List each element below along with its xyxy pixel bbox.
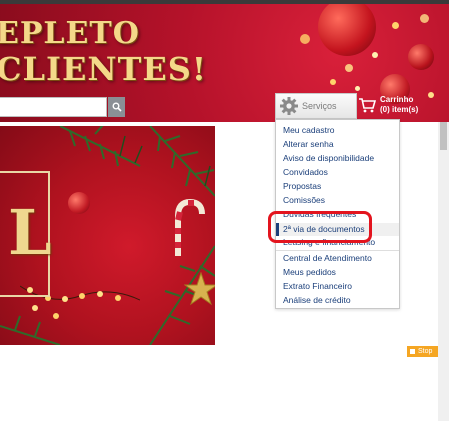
- stop-label: Stop: [418, 348, 433, 355]
- services-button[interactable]: Serviços: [275, 93, 357, 119]
- scrollbar[interactable]: [438, 122, 449, 421]
- bokeh-light: [300, 34, 310, 44]
- promo-banner-image[interactable]: L: [0, 126, 215, 345]
- menu-item-comissoes[interactable]: Comissões: [283, 195, 325, 205]
- bokeh-light: [372, 52, 378, 58]
- ornament-ball: [318, 4, 376, 56]
- menu-item-extrato-financeiro[interactable]: Extrato Financeiro: [283, 281, 352, 291]
- bokeh-light: [345, 64, 353, 72]
- menu-item-convidados[interactable]: Convidados: [283, 167, 328, 177]
- highlight-annotation: [268, 211, 372, 243]
- menu-item-meus-pedidos[interactable]: Meus pedidos: [283, 267, 336, 277]
- bokeh-light: [330, 79, 336, 85]
- banner-headline-line1: EPLETO: [0, 16, 140, 51]
- menu-divider: [276, 250, 399, 251]
- stop-button[interactable]: Stop: [407, 346, 438, 357]
- search-input[interactable]: [0, 97, 107, 117]
- scrollbar-thumb[interactable]: [440, 122, 447, 150]
- menu-item-alterar-senha[interactable]: Alterar senha: [283, 139, 334, 149]
- cart-button[interactable]: Carrinho (0) item(s): [358, 95, 418, 115]
- menu-item-central-de-atendimento[interactable]: Central de Atendimento: [283, 253, 372, 263]
- candy-cane: [175, 198, 205, 256]
- stop-icon: [410, 349, 415, 354]
- search-icon: [112, 102, 122, 112]
- cart-icon: [359, 98, 376, 113]
- gear-icon: [280, 97, 298, 115]
- menu-item-analise-de-credito[interactable]: Análise de crédito: [283, 295, 351, 305]
- bokeh-light: [355, 86, 360, 91]
- menu-item-meu-cadastro[interactable]: Meu cadastro: [283, 125, 335, 135]
- bokeh-light: [428, 92, 434, 98]
- promo-letter: L: [8, 196, 52, 269]
- ornament-ball: [68, 192, 90, 214]
- services-label: Serviços: [302, 101, 337, 111]
- cart-count: (0) item(s): [380, 105, 419, 114]
- bokeh-light: [420, 14, 429, 23]
- menu-item-propostas[interactable]: Propostas: [283, 181, 321, 191]
- gold-star: [184, 272, 215, 306]
- cart-label: Carrinho: [380, 95, 414, 104]
- bokeh-light: [392, 22, 399, 29]
- banner-headline-line2: CLIENTES!: [0, 50, 207, 88]
- menu-item-aviso-de-disponibilidade[interactable]: Aviso de disponibilidade: [283, 153, 374, 163]
- ornament-ball: [408, 44, 434, 70]
- search-button[interactable]: [108, 97, 125, 117]
